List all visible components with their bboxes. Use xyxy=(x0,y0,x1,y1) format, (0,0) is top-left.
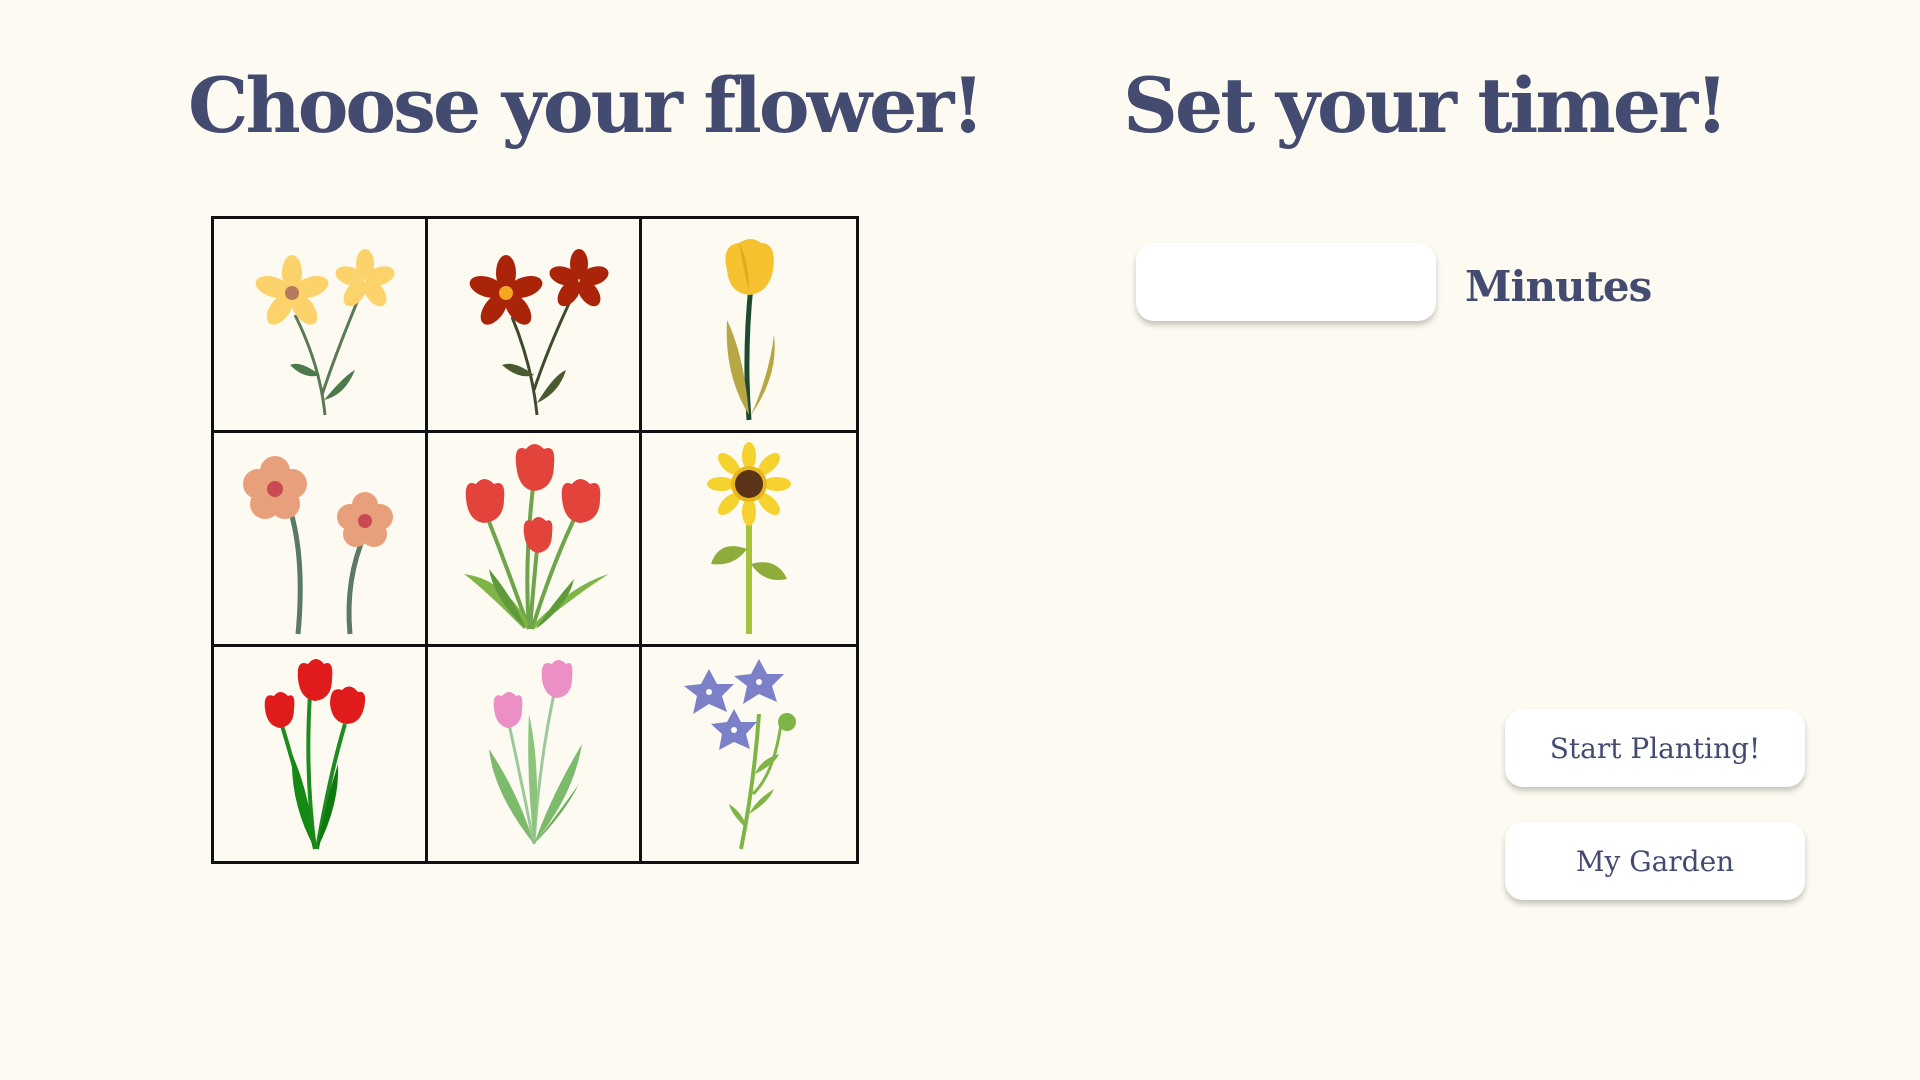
peach-flowers-icon xyxy=(242,455,393,634)
timer-minutes-input[interactable] xyxy=(1136,243,1436,321)
start-planting-button[interactable]: Start Planting! xyxy=(1505,709,1805,787)
flower-option-red-daisies[interactable] xyxy=(428,219,642,433)
my-garden-button[interactable]: My Garden xyxy=(1505,822,1805,900)
flower-option-sunflower[interactable] xyxy=(642,433,856,647)
bellflower-icon xyxy=(684,659,796,850)
set-timer-heading: Set your timer! xyxy=(1123,61,1729,150)
flower-option-bellflower[interactable] xyxy=(642,647,856,861)
pink-tulips-icon xyxy=(488,660,582,845)
minutes-label: Minutes xyxy=(1465,262,1652,311)
flower-grid xyxy=(211,216,859,864)
flower-option-pink-tulips[interactable] xyxy=(428,647,642,861)
yellow-tulip-icon xyxy=(725,238,775,420)
flower-option-red-tulips[interactable] xyxy=(214,647,428,861)
flower-option-yellow-tulip[interactable] xyxy=(642,219,856,433)
flower-option-yellow-daisies[interactable] xyxy=(214,219,428,433)
yellow-daisies-icon xyxy=(255,248,395,415)
red-tulip-bouquet-icon xyxy=(463,443,609,630)
sunflower-icon xyxy=(707,441,791,634)
choose-flower-heading: Choose your flower! xyxy=(188,61,985,150)
red-daisies-icon xyxy=(469,248,609,415)
red-tulips-icon xyxy=(264,659,365,850)
flower-option-peach-flowers[interactable] xyxy=(214,433,428,647)
flower-option-red-tulip-bouquet[interactable] xyxy=(428,433,642,647)
